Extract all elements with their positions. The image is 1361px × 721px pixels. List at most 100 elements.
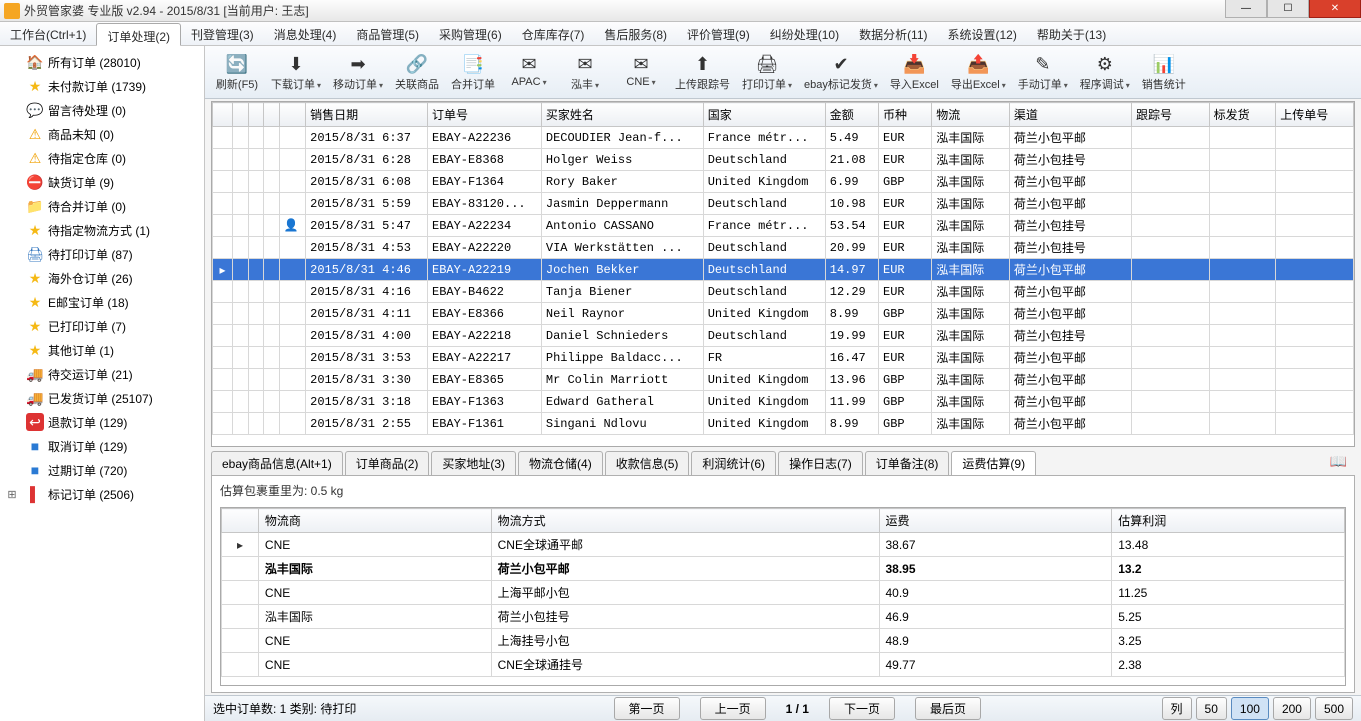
grid-header[interactable]: 销售日期 xyxy=(306,103,428,127)
order-row[interactable]: 2015/8/31 4:53EBAY-A22220VIA Werkstätten… xyxy=(213,237,1354,259)
grid-header[interactable] xyxy=(232,103,248,127)
page-size-button[interactable]: 100 xyxy=(1231,697,1269,720)
grid-header[interactable] xyxy=(279,103,306,127)
tree-item[interactable]: 🖨待打印订单 (87) xyxy=(0,242,204,266)
menu-item[interactable]: 采购管理(6) xyxy=(429,22,512,45)
tree-item[interactable]: 🚚已发货订单 (25107) xyxy=(0,386,204,410)
menu-item[interactable]: 刊登管理(3) xyxy=(181,22,264,45)
tree-item[interactable]: ■过期订单 (720) xyxy=(0,458,204,482)
freight-row[interactable]: CNE上海平邮小包40.911.25 xyxy=(222,581,1345,605)
toolbar-button[interactable]: 🔗关联商品 xyxy=(389,48,445,96)
toolbar-button[interactable]: ⚙程序调试▾ xyxy=(1074,48,1136,96)
freight-row[interactable]: CNE上海挂号小包48.93.25 xyxy=(222,629,1345,653)
order-row[interactable]: 2015/8/31 3:18EBAY-F1363Edward GatheralU… xyxy=(213,391,1354,413)
tree-item[interactable]: ★其他订单 (1) xyxy=(0,338,204,362)
columns-button[interactable]: 列 xyxy=(1162,697,1192,720)
menu-item[interactable]: 商品管理(5) xyxy=(346,22,429,45)
help-icon[interactable]: 📖 xyxy=(1330,453,1347,470)
first-page-button[interactable]: 第一页 xyxy=(614,697,680,720)
detail-tab[interactable]: 买家地址(3) xyxy=(431,451,516,475)
grid-header[interactable]: 买家姓名 xyxy=(541,103,703,127)
menu-item[interactable]: 订单处理(2) xyxy=(96,23,181,46)
menu-item[interactable]: 系统设置(12) xyxy=(938,22,1027,45)
freight-header[interactable]: 物流方式 xyxy=(491,509,879,533)
page-size-button[interactable]: 200 xyxy=(1273,697,1311,720)
order-row[interactable]: ▸2015/8/31 4:46EBAY-A22219Jochen BekkerD… xyxy=(213,259,1354,281)
menu-item[interactable]: 评价管理(9) xyxy=(677,22,760,45)
freight-row[interactable]: 泓丰国际荷兰小包挂号46.95.25 xyxy=(222,605,1345,629)
page-size-button[interactable]: 50 xyxy=(1196,697,1227,720)
grid-header[interactable]: 标发货 xyxy=(1209,103,1276,127)
page-size-button[interactable]: 500 xyxy=(1315,697,1353,720)
last-page-button[interactable]: 最后页 xyxy=(915,697,981,720)
tree-item[interactable]: 🏠所有订单 (28010) xyxy=(0,50,204,74)
grid-header[interactable]: 币种 xyxy=(879,103,932,127)
toolbar-button[interactable]: ⬇下载订单▾ xyxy=(265,48,327,96)
toolbar-button[interactable]: 📥导入Excel xyxy=(884,48,945,96)
tree-item[interactable]: ⚠商品未知 (0) xyxy=(0,122,204,146)
freight-row[interactable]: CNECNE全球通挂号49.772.38 xyxy=(222,653,1345,677)
detail-tab[interactable]: 订单商品(2) xyxy=(345,451,430,475)
grid-header[interactable]: 渠道 xyxy=(1009,103,1131,127)
order-tree[interactable]: 🏠所有订单 (28010)★未付款订单 (1739)💬留言待处理 (0)⚠商品未… xyxy=(0,46,205,721)
toolbar-button[interactable]: ⬆上传跟踪号 xyxy=(669,48,736,96)
order-row[interactable]: 2015/8/31 4:11EBAY-E8366Neil RaynorUnite… xyxy=(213,303,1354,325)
close-button[interactable]: ✕ xyxy=(1309,0,1361,18)
tree-item[interactable]: 💬留言待处理 (0) xyxy=(0,98,204,122)
toolbar-button[interactable]: 📤导出Excel▾ xyxy=(945,48,1012,96)
order-row[interactable]: 👤2015/8/31 5:47EBAY-A22234Antonio CASSAN… xyxy=(213,215,1354,237)
menu-item[interactable]: 工作台(Ctrl+1) xyxy=(0,22,96,45)
toolbar-button[interactable]: 🔄刷新(F5) xyxy=(209,48,265,96)
tree-item[interactable]: ⊞▌标记订单 (2506) xyxy=(0,482,204,506)
toolbar-button[interactable]: ✉泓丰▾ xyxy=(557,48,613,96)
order-row[interactable]: 2015/8/31 6:37EBAY-A22236DECOUDIER Jean-… xyxy=(213,127,1354,149)
order-row[interactable]: 2015/8/31 4:00EBAY-A22218Daniel Schniede… xyxy=(213,325,1354,347)
menu-item[interactable]: 消息处理(4) xyxy=(264,22,347,45)
grid-header[interactable]: 上传单号 xyxy=(1276,103,1354,127)
tree-item[interactable]: ★E邮宝订单 (18) xyxy=(0,290,204,314)
tree-item[interactable]: ⚠待指定仓库 (0) xyxy=(0,146,204,170)
freight-grid-wrap[interactable]: 物流商物流方式运费估算利润▸CNECNE全球通平邮38.6713.48 泓丰国际荷… xyxy=(220,507,1346,686)
maximize-button[interactable]: ☐ xyxy=(1267,0,1309,18)
detail-tab[interactable]: 利润统计(6) xyxy=(691,451,776,475)
tree-item[interactable]: ★待指定物流方式 (1) xyxy=(0,218,204,242)
order-row[interactable]: 2015/8/31 5:59EBAY-83120...Jasmin Depper… xyxy=(213,193,1354,215)
orders-grid-wrap[interactable]: 销售日期订单号买家姓名国家金额币种物流渠道跟踪号标发货上传单号2015/8/31… xyxy=(211,101,1355,447)
prev-page-button[interactable]: 上一页 xyxy=(700,697,766,720)
grid-header[interactable] xyxy=(264,103,280,127)
detail-tab[interactable]: 收款信息(5) xyxy=(605,451,690,475)
grid-header[interactable]: 国家 xyxy=(703,103,825,127)
tree-item[interactable]: 🚚待交运订单 (21) xyxy=(0,362,204,386)
expand-icon[interactable]: ⊞ xyxy=(6,488,18,501)
menu-item[interactable]: 仓库库存(7) xyxy=(512,22,595,45)
menu-item[interactable]: 售后服务(8) xyxy=(594,22,677,45)
order-row[interactable]: 2015/8/31 6:08EBAY-F1364Rory BakerUnited… xyxy=(213,171,1354,193)
order-row[interactable]: 2015/8/31 3:53EBAY-A22217Philippe Baldac… xyxy=(213,347,1354,369)
freight-header[interactable]: 运费 xyxy=(879,509,1112,533)
grid-header[interactable]: 订单号 xyxy=(428,103,542,127)
grid-header[interactable]: 金额 xyxy=(825,103,878,127)
tree-item[interactable]: ■取消订单 (129) xyxy=(0,434,204,458)
grid-header[interactable]: 物流 xyxy=(932,103,1010,127)
tree-item[interactable]: ⛔缺货订单 (9) xyxy=(0,170,204,194)
freight-header[interactable]: 物流商 xyxy=(258,509,491,533)
tree-item[interactable]: ★已打印订单 (7) xyxy=(0,314,204,338)
freight-header[interactable]: 估算利润 xyxy=(1112,509,1345,533)
tree-item[interactable]: ★海外仓订单 (26) xyxy=(0,266,204,290)
tree-item[interactable]: ↩退款订单 (129) xyxy=(0,410,204,434)
order-row[interactable]: 2015/8/31 2:55EBAY-F1361Singani NdlovuUn… xyxy=(213,413,1354,435)
detail-tab[interactable]: 运费估算(9) xyxy=(951,451,1036,475)
menu-item[interactable]: 帮助关于(13) xyxy=(1027,22,1116,45)
detail-tab[interactable]: 物流仓储(4) xyxy=(518,451,603,475)
toolbar-button[interactable]: ✉APAC▾ xyxy=(501,48,557,96)
toolbar-button[interactable]: ✔ebay标记发货▾ xyxy=(798,48,884,96)
grid-header[interactable] xyxy=(213,103,233,127)
toolbar-button[interactable]: ✉CNE▾ xyxy=(613,48,669,96)
menu-item[interactable]: 纠纷处理(10) xyxy=(760,22,849,45)
toolbar-button[interactable]: 📑合并订单 xyxy=(445,48,501,96)
detail-tab[interactable]: 订单备注(8) xyxy=(865,451,950,475)
freight-row[interactable]: ▸CNECNE全球通平邮38.6713.48 xyxy=(222,533,1345,557)
toolbar-button[interactable]: 📊销售统计 xyxy=(1136,48,1192,96)
next-page-button[interactable]: 下一页 xyxy=(829,697,895,720)
order-row[interactable]: 2015/8/31 3:30EBAY-E8365Mr Colin Marriot… xyxy=(213,369,1354,391)
